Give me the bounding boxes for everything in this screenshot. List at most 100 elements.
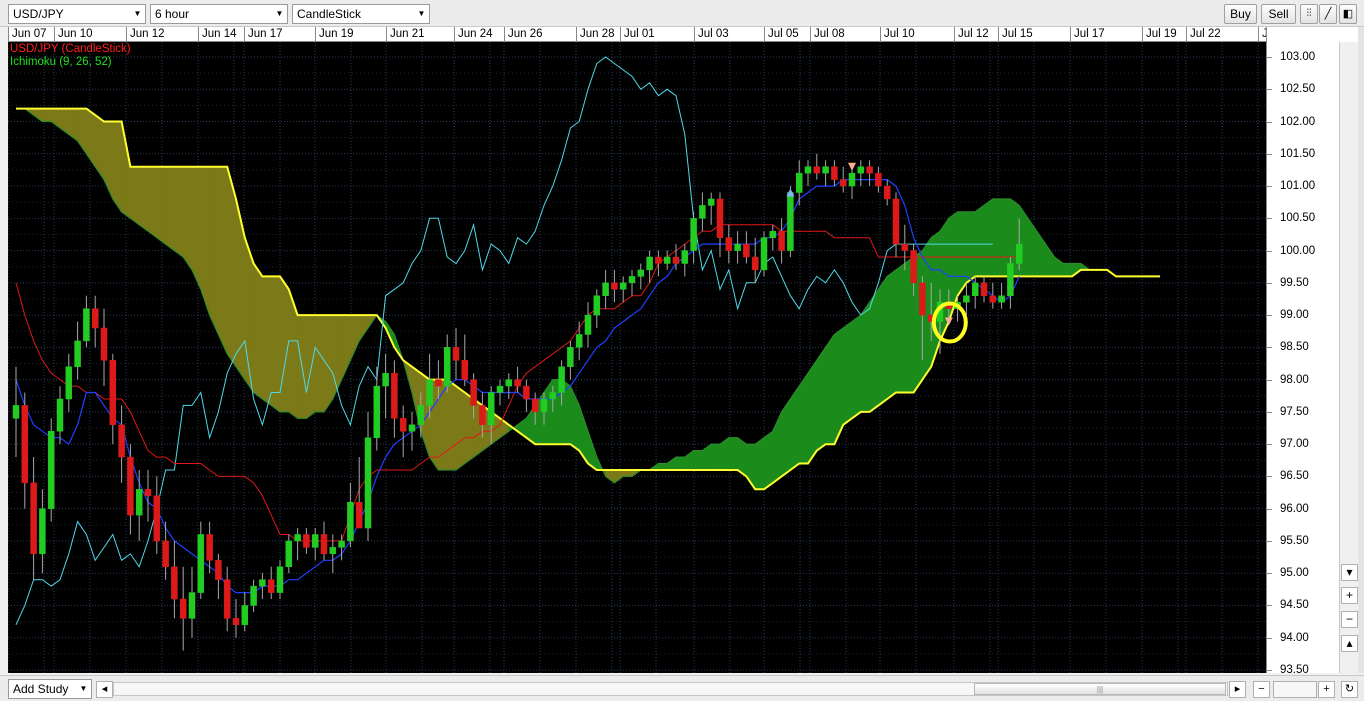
cloud-segment-bullish xyxy=(992,198,1002,277)
candle-bullish xyxy=(593,295,601,316)
chart-style-select[interactable]: CandleStick ▼ xyxy=(292,4,430,24)
cloud-segment-bullish xyxy=(825,333,835,445)
cloud-segment-bearish xyxy=(350,314,360,361)
date-tick-label: Jun 10 xyxy=(54,27,93,41)
candle-bearish xyxy=(910,250,917,284)
candle-bullish xyxy=(804,166,812,174)
candle-bullish xyxy=(699,205,706,219)
expand-panel-icon[interactable]: ◧ xyxy=(1339,4,1357,24)
chevron-down-icon: ▼ xyxy=(417,9,426,18)
candle-bearish xyxy=(91,308,99,329)
price-tick-label: 99.00 xyxy=(1267,309,1327,321)
candle-bullish xyxy=(56,398,64,432)
candle-bullish xyxy=(575,334,583,348)
cloud-segment-bearish xyxy=(455,385,466,471)
zoom-in-plus-icon[interactable]: + xyxy=(1341,587,1358,604)
buy-button[interactable]: Buy xyxy=(1224,4,1257,24)
date-tick-label: Jul 19 xyxy=(1142,27,1177,41)
horizontal-scrollbar[interactable]: ||| xyxy=(113,682,1228,696)
cloud-segment-bullish xyxy=(860,301,870,413)
zoom-out-minus-icon[interactable]: − xyxy=(1341,611,1358,628)
price-tick-label: 102.00 xyxy=(1267,116,1327,128)
candle-bearish xyxy=(813,166,821,174)
sell-button[interactable]: Sell xyxy=(1261,4,1296,24)
chevron-down-icon: ▼ xyxy=(79,684,88,693)
candle-bearish xyxy=(303,534,310,548)
zoom-in-icon[interactable]: ▴ xyxy=(1341,635,1358,652)
candle-bullish xyxy=(795,172,803,193)
candle-bullish xyxy=(971,282,979,296)
candle-bearish xyxy=(751,256,759,271)
candle-bullish xyxy=(188,592,196,619)
draw-line-icon[interactable]: ╱ xyxy=(1319,4,1337,24)
zoom-out-minus-icon[interactable]: − xyxy=(1253,681,1270,698)
candle-bearish xyxy=(611,282,618,290)
price-tick-label: 97.00 xyxy=(1267,438,1327,450)
add-study-select[interactable]: Add Study ▼ xyxy=(8,679,92,699)
zoom-out-icon[interactable]: ▾ xyxy=(1341,564,1358,581)
candle-bearish xyxy=(866,166,873,174)
chart-style-value: CandleStick xyxy=(297,7,362,21)
cloud-segment-bearish xyxy=(86,108,96,168)
date-tick-label: Jul 01 xyxy=(620,27,655,41)
interval-select[interactable]: 6 hour ▼ xyxy=(150,4,288,24)
date-tick-label: Jul 08 xyxy=(810,27,845,41)
date-tick-label: Jun 24 xyxy=(454,27,493,41)
candle-bearish xyxy=(118,424,125,458)
symbol-select[interactable]: USD/JPY ▼ xyxy=(8,4,146,24)
cloud-segment-bullish xyxy=(763,430,774,490)
date-tick-label: Jul 05 xyxy=(764,27,799,41)
cloud-segment-bearish xyxy=(191,166,202,290)
indicator-tools-icon[interactable]: ⫶⫶ xyxy=(1300,4,1318,24)
cloud-segment-bullish xyxy=(728,437,738,471)
reset-refresh-icon[interactable]: ↻ xyxy=(1341,681,1358,698)
candle-bullish xyxy=(734,243,741,251)
candle-bearish xyxy=(171,566,178,600)
candle-bearish xyxy=(267,579,275,593)
cloud-segment-bullish xyxy=(895,262,906,393)
candle-bearish xyxy=(919,282,926,316)
candle-bullish xyxy=(364,437,372,529)
candle-bullish xyxy=(197,534,205,593)
scroll-left-icon[interactable]: ◂ xyxy=(96,681,113,698)
candle-bearish xyxy=(435,379,442,387)
cloud-segment-bearish xyxy=(209,166,219,335)
chevron-down-icon: ▼ xyxy=(133,9,142,18)
candle-bullish xyxy=(39,508,46,555)
cloud-segment-bearish xyxy=(147,166,158,239)
cloud-segment-bearish xyxy=(332,314,342,400)
candle-bearish xyxy=(30,482,37,555)
candle-bearish xyxy=(100,327,108,361)
candle-bullish xyxy=(505,379,513,387)
price-tick-label: 102.50 xyxy=(1267,83,1327,95)
symbol-value: USD/JPY xyxy=(13,7,64,21)
zoom-in-plus-icon[interactable]: + xyxy=(1318,681,1335,698)
interval-value: 6 hour xyxy=(155,7,190,21)
sell-signal-arrow xyxy=(848,162,856,171)
candle-bullish xyxy=(373,385,381,438)
cloud-segment-bearish xyxy=(156,166,166,245)
candle-bullish xyxy=(83,308,90,342)
cloud-segment-bearish xyxy=(614,469,624,484)
candle-bullish xyxy=(496,385,504,393)
cloud-segment-bullish xyxy=(578,405,589,465)
candle-bullish xyxy=(848,172,856,187)
price-tick-label: 95.00 xyxy=(1267,567,1327,579)
zoom-slider[interactable] xyxy=(1273,681,1317,698)
candle-bearish xyxy=(716,198,724,238)
candle-bullish xyxy=(549,392,557,400)
candle-bearish xyxy=(162,540,169,568)
candle-bullish xyxy=(760,237,768,271)
price-tick-label: 98.50 xyxy=(1267,341,1327,353)
price-tick-label: 101.00 xyxy=(1267,180,1327,192)
price-tick-label: 96.00 xyxy=(1267,503,1327,515)
scroll-right-icon[interactable]: ▸ xyxy=(1229,681,1246,698)
scrollbar-thumb[interactable]: ||| xyxy=(974,683,1226,695)
candle-bearish xyxy=(144,489,152,497)
date-tick-label: Jul 15 xyxy=(998,27,1033,41)
cloud-segment-bearish xyxy=(605,469,615,484)
candle-bullish xyxy=(1015,243,1023,264)
plot-area[interactable]: USD/JPY (CandleStick) Ichimoku (9, 26, 5… xyxy=(8,42,1266,673)
candle-bullish xyxy=(787,192,794,251)
cloud-segment-bearish xyxy=(262,276,272,407)
